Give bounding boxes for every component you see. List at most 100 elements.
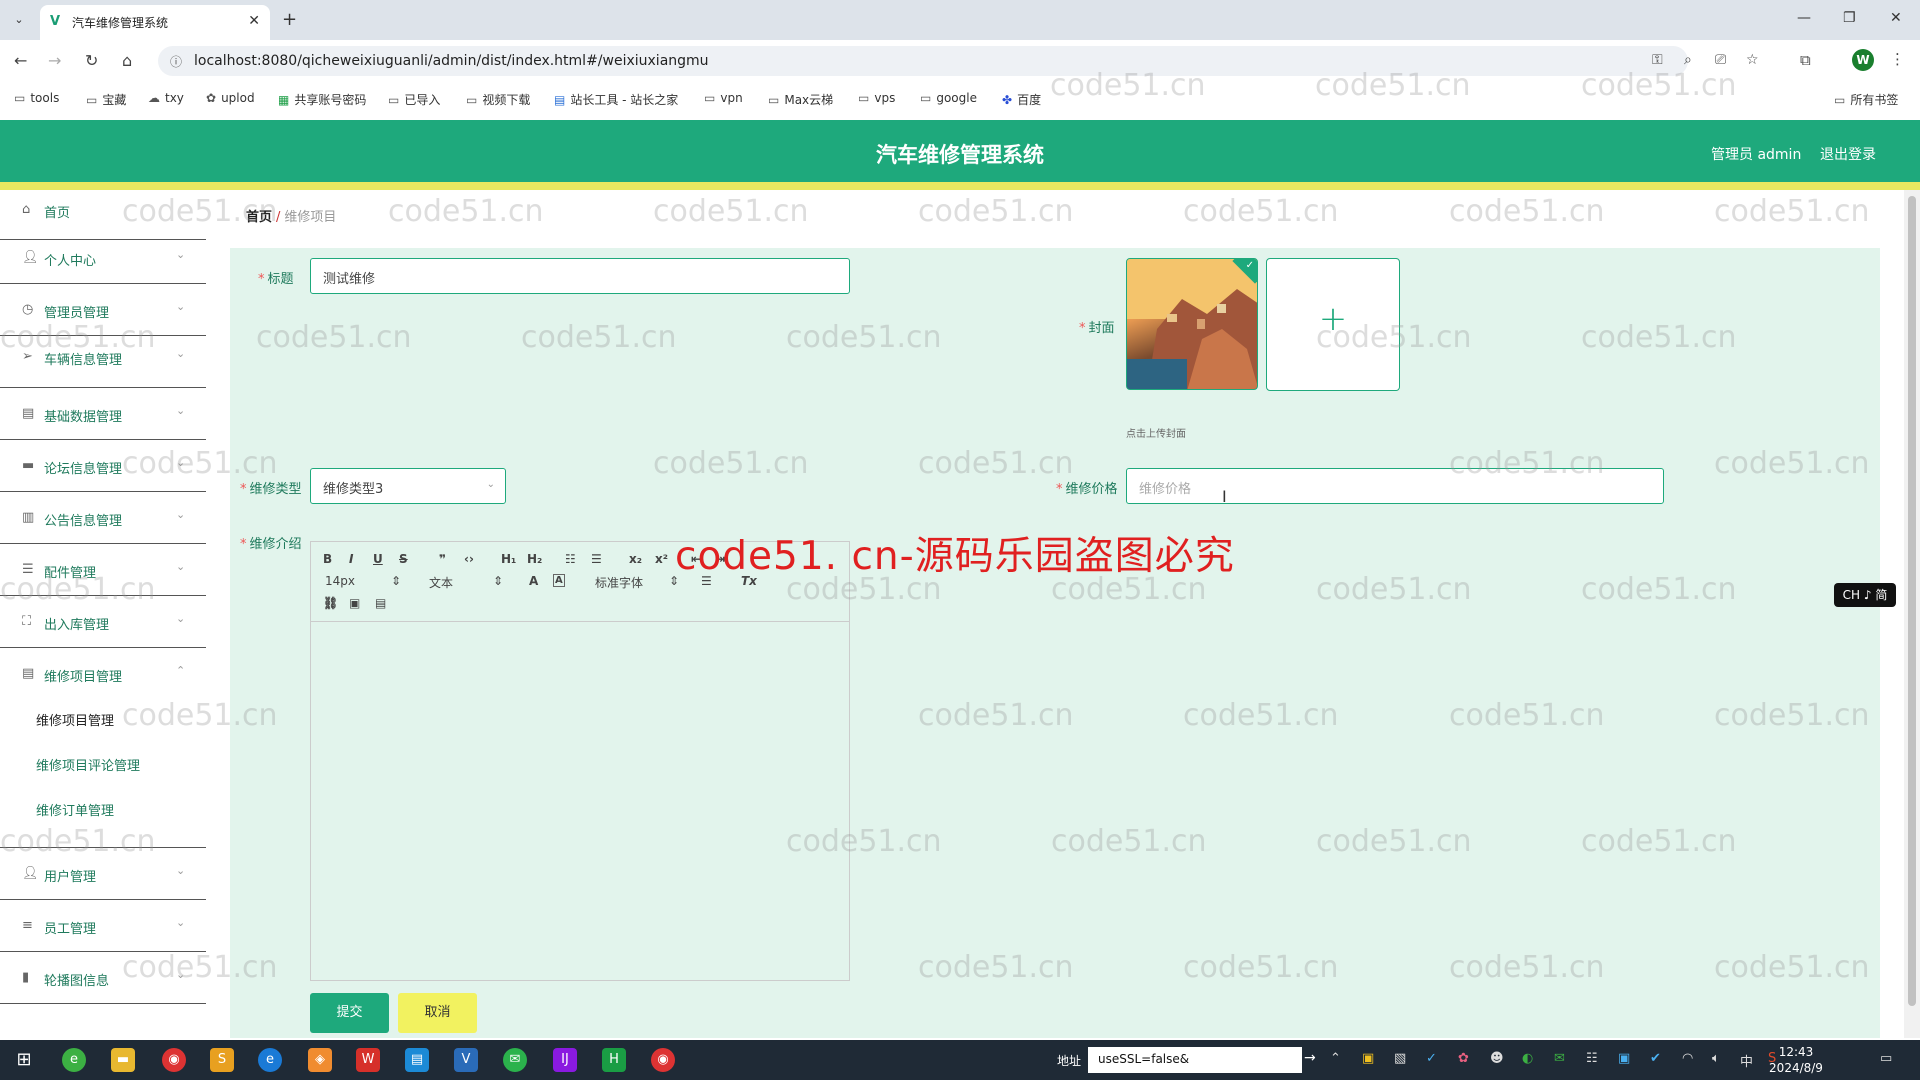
chrome-icon[interactable]: ◉ [162,1048,186,1072]
sidebar-item-staff[interactable]: ≡ 员工管理 ⌄ [0,900,206,952]
sidebar-item-admins[interactable]: ◷ 管理员管理 ⌄ [0,284,206,336]
extensions-icon[interactable]: ⧉ [1800,51,1811,69]
screenshot-icon[interactable]: ⎚ [1715,52,1726,68]
wifi-icon[interactable]: ◠ [1682,1051,1693,1066]
writer-icon[interactable]: ▤ [405,1048,429,1072]
go-arrow-icon[interactable]: → [1304,1050,1316,1066]
bookmark-star-icon[interactable]: ☆ [1746,52,1759,68]
tray-app-icon[interactable]: ◐ [1522,1051,1533,1066]
breadcrumb-home[interactable]: 首页 [246,210,272,225]
reload-icon[interactable]: ↻ [85,51,98,70]
close-tab-icon[interactable]: ✕ [248,13,260,29]
price-input[interactable]: 维修价格 [1126,468,1664,504]
sidebar-item-personal[interactable]: 👤︎ 个人中心 ⌄ [0,232,206,284]
subscript-icon[interactable]: x₂ [629,552,642,566]
link-icon[interactable]: ⛓ [323,596,338,610]
bookmark-item[interactable]: ▭ 宝藏 [86,91,126,108]
tray-app-icon[interactable]: ▧ [1394,1051,1406,1066]
home-icon[interactable]: ⌂ [122,51,132,70]
tray-app-icon[interactable]: ✿ [1458,1051,1469,1066]
bookmark-item[interactable]: ✤ 百度 [1002,91,1041,108]
background-color-icon[interactable]: A [553,574,565,587]
submit-button[interactable]: 提交 [310,993,389,1033]
bullet-list-icon[interactable]: ☰ [591,552,602,566]
sidebar-item-forum[interactable]: ▬ 论坛信息管理 ⌄ [0,440,206,492]
title-input[interactable]: 测试维修 [310,258,850,294]
tray-app-icon[interactable]: ✔ [1650,1051,1661,1066]
video-icon[interactable]: ▤ [375,596,386,610]
font-family-select[interactable]: 标准字体 [595,574,643,591]
ime-lang-icon[interactable]: 中 [1740,1051,1753,1070]
bookmark-item[interactable]: ▭ 视频下载 [466,91,530,108]
app-360-icon[interactable]: e [62,1048,86,1072]
sidebar-item-parts[interactable]: ☰ 配件管理 ⌄ [0,544,206,596]
tray-app-icon[interactable]: ▣ [1618,1051,1630,1066]
italic-icon[interactable]: I [349,552,353,566]
h1-icon[interactable]: H₁ [501,552,516,566]
quote-icon[interactable]: ❞ [439,552,446,566]
tray-app-icon[interactable]: ▣ [1362,1051,1374,1066]
bookmark-item[interactable]: ▭ google [920,91,977,105]
type-select[interactable]: 维修类型3 ⌄ [310,468,506,504]
restore-icon[interactable]: ❐ [1843,10,1856,26]
sidebar-item-users[interactable]: 👤︎ 用户管理 ⌄ [0,848,206,900]
cover-thumbnail[interactable]: ✓ [1126,258,1258,390]
strike-icon[interactable]: S [399,552,408,566]
edge-icon[interactable]: e [258,1048,282,1072]
bookmark-item[interactable]: ▭ vpn [704,91,743,105]
sidebar-item-notices[interactable]: ▥ 公告信息管理 ⌄ [0,492,206,544]
code-icon[interactable]: ‹› [464,552,474,566]
block-format-select[interactable]: 文本 [429,574,453,591]
font-color-icon[interactable]: A [529,574,538,588]
all-bookmarks[interactable]: ▭ 所有书签 [1834,91,1898,108]
sidebar-item-stock[interactable]: ⛶ 出入库管理 ⌄ [0,596,206,648]
browser-tab[interactable]: V 汽车维修管理系统 ✕ [40,5,270,40]
sidebar-item-carousel[interactable]: ▮ 轮播图信息 ⌄ [0,952,206,1004]
ime-indicator[interactable]: CH ♪ 简 [1834,583,1896,607]
site-info-icon[interactable]: ⓘ [170,53,182,70]
cancel-button[interactable]: 取消 [398,993,477,1033]
forward-icon[interactable]: → [48,51,61,70]
logout-link[interactable]: 退出登录 [1820,144,1876,164]
minimize-icon[interactable]: — [1797,10,1811,26]
font-size-select[interactable]: 14px [325,574,355,588]
back-icon[interactable]: ← [14,51,27,70]
browser-menu-icon[interactable]: ⋮ [1890,50,1905,68]
sublime-icon[interactable]: S [210,1048,234,1072]
tray-wechat-icon[interactable]: ✉ [1554,1051,1565,1066]
sidebar-item-repair-projects[interactable]: ▤ 维修项目管理 ⌃ 维修项目管理 维修项目评论管理 维修订单管理 [0,648,206,848]
underline-icon[interactable]: U [373,552,383,566]
bookmark-item[interactable]: ▦ 共享账号密码 [278,91,366,108]
windows-start-icon[interactable]: ⊞ [12,1048,36,1072]
chrome-icon[interactable]: ◉ [651,1048,675,1072]
scrollbar-thumb[interactable] [1908,196,1916,1006]
sidebar-sub-repair-orders[interactable]: 维修订单管理 [36,800,114,819]
bookmark-item[interactable]: ▭ tools [14,91,59,105]
notification-icon[interactable]: ▭ [1880,1051,1892,1066]
bookmark-item[interactable]: ▭ 已导入 [388,91,440,108]
bold-icon[interactable]: B [323,552,332,566]
sidebar-sub-repair-comments[interactable]: 维修项目评论管理 [36,755,140,774]
password-key-icon[interactable]: ⚿ [1652,52,1663,68]
app-orange-icon[interactable]: ◈ [308,1048,332,1072]
taskbar-address-input[interactable]: useSSL=false& [1088,1047,1302,1073]
url-input[interactable]: ⓘ localhost:8080/qicheweixiuguanli/admin… [158,46,1759,76]
close-window-icon[interactable]: ✕ [1890,10,1902,26]
h2-icon[interactable]: H₂ [527,552,542,566]
tray-app-icon[interactable]: ✓ [1426,1051,1437,1066]
page-scrollbar[interactable] [1904,190,1920,1038]
bookmark-item[interactable]: ▭ Max云梯 [768,91,833,108]
bookmark-item[interactable]: ▤ 站长工具 - 站长之家 [554,91,678,108]
sidebar-item-basic-data[interactable]: ▤ 基础数据管理 ⌄ [0,388,206,440]
bookmark-item[interactable]: ☁ txy [148,91,184,105]
image-icon[interactable]: ▣ [349,596,360,610]
sidebar-item-vehicles[interactable]: ➢ 车辆信息管理 ⌄ [0,336,206,388]
wps-icon[interactable]: W [356,1048,380,1072]
tray-app-icon[interactable]: ☷ [1586,1051,1598,1066]
sidebar-sub-repair-projects[interactable]: 维修项目管理 [36,710,114,729]
taskbar-clock[interactable]: 12:43 2024/8/9 [1756,1044,1836,1076]
bookmark-item[interactable]: ✿ uplod [206,91,255,105]
vscode-icon[interactable]: V [454,1048,478,1072]
intellij-icon[interactable]: IJ [553,1048,577,1072]
zoom-icon[interactable]: ⌕ [1684,52,1692,68]
